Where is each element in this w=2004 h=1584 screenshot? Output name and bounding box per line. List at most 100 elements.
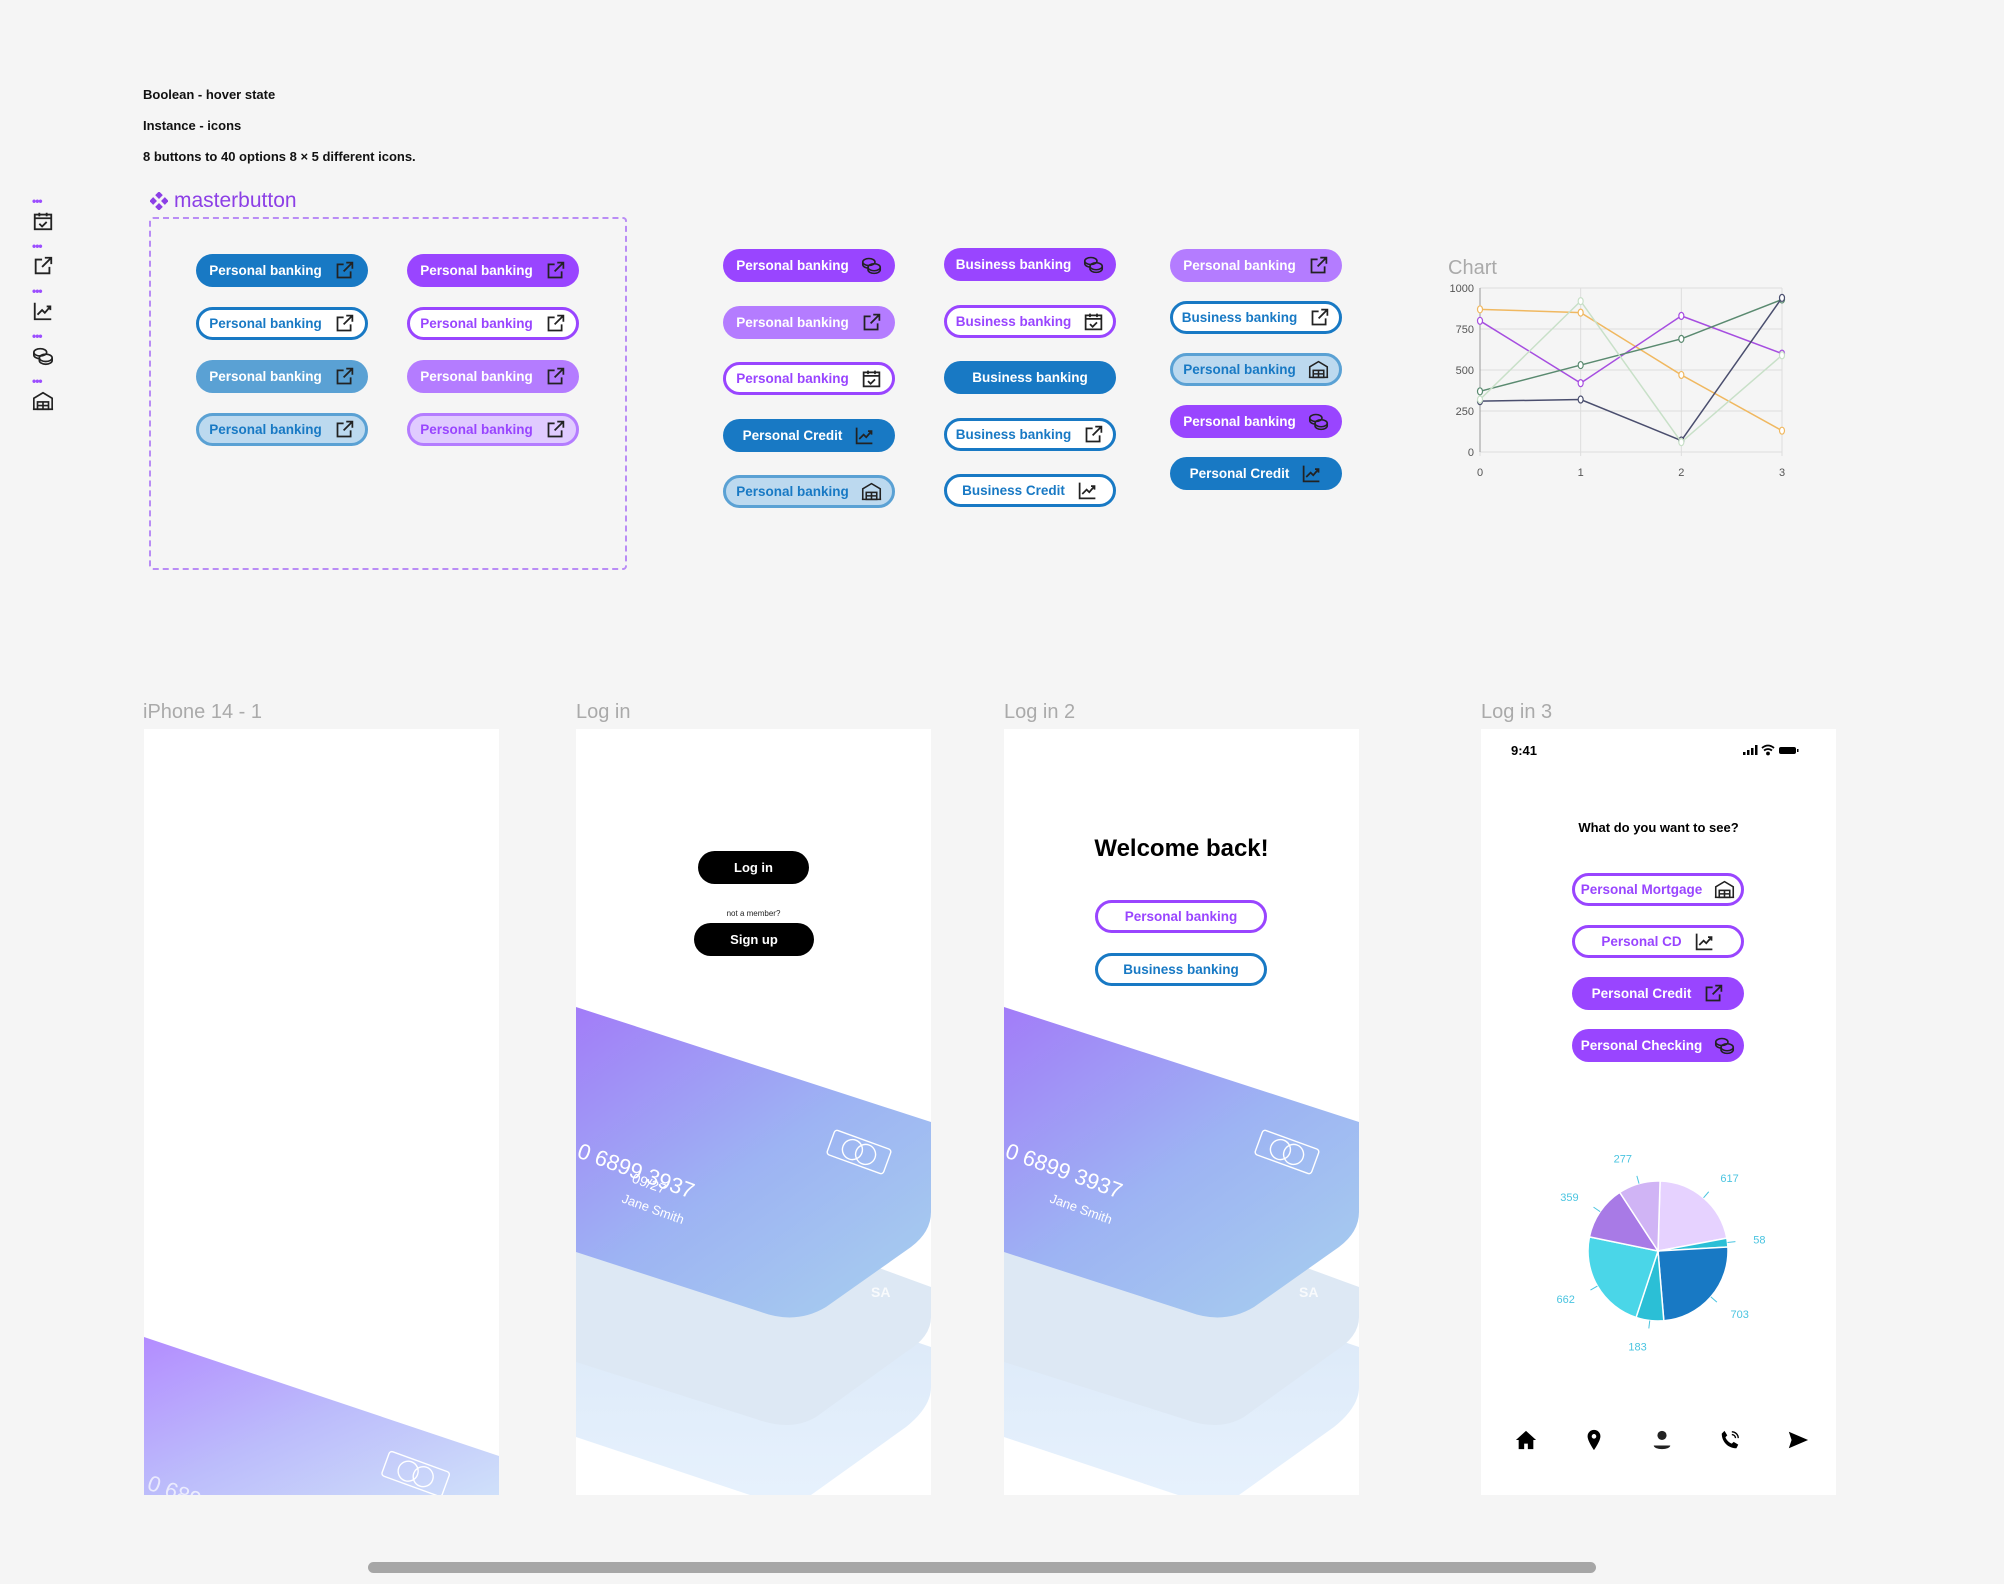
- data-point-light-green: [1577, 297, 1584, 306]
- more-options-icon[interactable]: •••: [32, 195, 43, 207]
- personal-banking-button[interactable]: Personal banking: [407, 254, 579, 287]
- x-tick-label: 3: [1779, 467, 1785, 479]
- personal-banking-button[interactable]: Personal banking: [407, 307, 579, 340]
- trend-chart-icon[interactable]: [32, 300, 54, 322]
- external-link-icon[interactable]: [32, 255, 54, 277]
- masterbutton-label: masterbutton: [174, 189, 297, 212]
- personal-mortgage-button[interactable]: Personal Mortgage: [1572, 873, 1744, 906]
- business-banking-button[interactable]: Business banking: [944, 361, 1116, 394]
- coins-icon: [1714, 1035, 1735, 1056]
- personal-banking-button[interactable]: Personal banking: [1170, 405, 1342, 438]
- more-options-icon[interactable]: •••: [32, 285, 43, 297]
- component-icon: [149, 191, 169, 211]
- personal-banking-button[interactable]: Personal banking: [723, 305, 895, 339]
- frame-label-iphone14[interactable]: iPhone 14 - 1: [143, 701, 262, 724]
- button-label: Business banking: [1181, 310, 1298, 325]
- series-line-navy: [1479, 297, 1783, 442]
- trend-chart-icon: [854, 425, 875, 446]
- pie-chart: 617 58 703 183 662 359 277: [1557, 1154, 1766, 1354]
- phone-frame-login2[interactable]: Welcome back! Personal banking Business …: [1004, 729, 1359, 1495]
- personal-banking-button[interactable]: Personal banking: [1170, 249, 1342, 282]
- status-time: 9:41: [1511, 743, 1538, 758]
- pie-leader-line: [1593, 1206, 1601, 1213]
- horizontal-scrollbar[interactable]: [368, 1562, 1596, 1573]
- y-tick-label: 1000: [1450, 283, 1474, 295]
- external-link-icon: [545, 366, 566, 387]
- pie-label: 703: [1730, 1309, 1748, 1321]
- personal-banking-button[interactable]: Personal banking: [196, 307, 368, 340]
- external-link-icon: [334, 313, 355, 334]
- frame-label-login[interactable]: Log in: [576, 701, 631, 724]
- login-button[interactable]: Log in: [698, 851, 809, 884]
- calendar-check-icon[interactable]: [32, 210, 54, 232]
- personal-banking-button[interactable]: Personal banking: [196, 413, 368, 446]
- frame-label-login2[interactable]: Log in 2: [1004, 701, 1075, 724]
- more-options-icon[interactable]: •••: [32, 375, 43, 387]
- button-label: Business banking: [955, 313, 1072, 329]
- data-point-purple: [1476, 316, 1484, 325]
- card-brand-partial: SA: [871, 1284, 890, 1300]
- more-options-icon[interactable]: •••: [32, 240, 43, 252]
- personal-banking-button[interactable]: Personal banking: [196, 254, 368, 287]
- calendar-check-icon: [861, 368, 882, 389]
- bottom-nav: [1481, 1429, 1836, 1459]
- personal-banking-button[interactable]: Personal banking: [723, 249, 895, 282]
- garage-icon[interactable]: [32, 390, 54, 412]
- user-icon[interactable]: [1651, 1429, 1673, 1451]
- external-link-icon: [545, 260, 566, 281]
- personal-banking-button[interactable]: Personal banking: [1095, 900, 1267, 933]
- personal-banking-button[interactable]: Personal banking: [723, 475, 895, 508]
- button-label: Business banking: [1123, 962, 1239, 977]
- y-tick-label: 750: [1456, 324, 1474, 336]
- note-options: 8 buttons to 40 options 8 × 5 different …: [143, 149, 416, 164]
- y-tick-label: 250: [1456, 406, 1474, 418]
- business-banking-button[interactable]: Business banking: [1170, 301, 1342, 334]
- button-label: Personal banking: [209, 263, 322, 278]
- personal-credit-button[interactable]: Personal Credit: [1572, 977, 1744, 1010]
- personal-checking-button[interactable]: Personal Checking: [1572, 1029, 1744, 1062]
- data-point-orange: [1476, 305, 1484, 314]
- personal-banking-button[interactable]: Personal banking: [723, 362, 895, 395]
- personal-credit-button[interactable]: Personal Credit: [1170, 457, 1342, 490]
- phone-frame-login3[interactable]: 9:41 What do you want to see? Personal M…: [1481, 729, 1836, 1495]
- button-label: Personal banking: [1124, 909, 1238, 924]
- personal-banking-button[interactable]: Personal banking: [407, 360, 579, 393]
- personal-banking-button[interactable]: Personal banking: [1170, 353, 1342, 386]
- masterbutton-title[interactable]: masterbutton: [149, 189, 297, 213]
- data-point-navy: [1778, 293, 1786, 302]
- business-banking-button[interactable]: Business banking: [944, 304, 1116, 338]
- pie-leader-line: [1590, 1285, 1598, 1291]
- send-icon[interactable]: [1787, 1429, 1809, 1451]
- personal-credit-button[interactable]: Personal Credit: [723, 418, 895, 452]
- data-point-orange: [1577, 308, 1584, 317]
- phone-call-icon[interactable]: [1719, 1429, 1741, 1451]
- phone-frame-login[interactable]: Log in not a member? Sign up 0 6899 3937…: [576, 729, 931, 1495]
- more-options-icon[interactable]: •••: [32, 330, 43, 342]
- not-member-text: not a member?: [726, 909, 781, 918]
- data-point-purple: [1577, 379, 1584, 388]
- location-pin-icon[interactable]: [1583, 1429, 1605, 1451]
- personal-cd-button[interactable]: Personal CD: [1572, 925, 1744, 958]
- pie-leader-line: [1703, 1191, 1710, 1199]
- personal-banking-button[interactable]: Personal banking: [407, 413, 579, 446]
- business-banking-button[interactable]: Business banking: [1095, 953, 1267, 986]
- phone-frame-iphone14[interactable]: 0 6899: [144, 729, 499, 1495]
- business-credit-button[interactable]: Business Credit: [944, 474, 1116, 507]
- business-banking-button[interactable]: Business banking: [944, 248, 1116, 281]
- trend-chart-icon: [1301, 463, 1322, 484]
- frame-label-login3[interactable]: Log in 3: [1481, 701, 1552, 724]
- pie-leader-line: [1636, 1175, 1640, 1184]
- data-point-orange: [1778, 426, 1786, 435]
- data-point-light-green: [1678, 438, 1685, 447]
- signup-button[interactable]: Sign up: [694, 923, 814, 956]
- button-label: Personal banking: [209, 422, 322, 437]
- coins-icon[interactable]: [32, 345, 54, 367]
- line-chart: 0 250 500 750 1000 0 1 2 3: [1450, 283, 1786, 479]
- data-point-light-green: [1778, 351, 1786, 360]
- personal-banking-button[interactable]: Personal banking: [196, 360, 368, 393]
- card-brand-partial: SA: [1299, 1284, 1318, 1300]
- button-label: Personal banking: [420, 422, 533, 437]
- business-banking-button[interactable]: Business banking: [944, 417, 1116, 451]
- data-point-green: [1577, 360, 1584, 370]
- home-icon[interactable]: [1515, 1429, 1537, 1451]
